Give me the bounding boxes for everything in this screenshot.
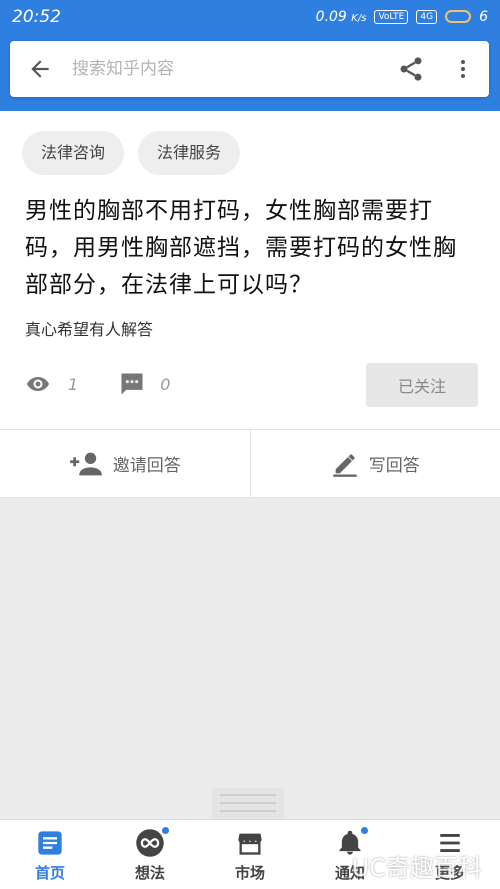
nav-market[interactable]: 市场: [200, 820, 300, 889]
bell-icon: [336, 829, 364, 857]
invite-answer-button[interactable]: 邀请回答: [0, 430, 250, 497]
write-answer-label: 写回答: [369, 451, 420, 476]
topic-tag[interactable]: 法律服务: [138, 131, 240, 175]
battery-icon: [445, 10, 471, 23]
share-button[interactable]: [385, 41, 437, 97]
invite-answer-label: 邀请回答: [113, 451, 181, 476]
share-icon: [397, 55, 425, 83]
volte-badge: VoLTE: [374, 10, 408, 24]
battery-level: 6: [479, 9, 488, 25]
nav-notifications[interactable]: 通知: [300, 820, 400, 889]
ideas-icon: [135, 828, 165, 858]
question-card: 法律咨询 法律服务 男性的胸部不用打码，女性胸部需要打码，用男性胸部遮挡，需要打…: [0, 111, 500, 429]
topic-tags: 法律咨询 法律服务: [22, 131, 240, 175]
follow-button[interactable]: 已关注: [366, 363, 478, 407]
more-options-button[interactable]: [437, 41, 489, 97]
status-indicators: 0.09 K/s VoLTE 4G 6: [316, 9, 488, 25]
nav-home[interactable]: 首页: [0, 820, 100, 889]
menu-icon: [436, 830, 464, 856]
bottom-navigation: 首页 想法 市场 通知: [0, 819, 500, 889]
loading-placeholder: [212, 788, 284, 820]
question-stats: 1 0: [22, 366, 210, 402]
market-icon: [235, 829, 265, 857]
write-answer-button[interactable]: 写回答: [250, 430, 500, 497]
comment-count: 0: [160, 375, 170, 394]
nav-label: 首页: [35, 862, 65, 883]
notification-badge: [361, 827, 368, 834]
topic-tag[interactable]: 法律咨询: [22, 131, 124, 175]
question-actions: 邀请回答 写回答: [0, 429, 500, 498]
search-input[interactable]: [70, 48, 385, 90]
search-bar: [10, 41, 489, 97]
net-speed: 0.09 K/s: [316, 9, 367, 25]
nav-more[interactable]: 更多: [400, 820, 500, 889]
eye-icon: [22, 372, 54, 396]
status-bar: 20:52 0.09 K/s VoLTE 4G 6: [0, 0, 500, 33]
view-count: 1: [68, 375, 78, 394]
question-title: 男性的胸部不用打码，女性胸部需要打码，用男性胸部遮挡，需要打码的女性胸部部分，在…: [25, 193, 480, 304]
add-person-icon: [69, 450, 103, 478]
app-bar: [0, 33, 500, 111]
nav-ideas[interactable]: 想法: [100, 820, 200, 889]
more-vertical-icon: [451, 57, 475, 81]
home-icon: [36, 829, 64, 857]
nav-label: 通知: [335, 862, 365, 883]
nav-label: 更多: [435, 862, 465, 883]
question-detail: 真心希望有人解答: [25, 316, 153, 340]
back-arrow-icon: [27, 56, 53, 82]
comment-icon[interactable]: [118, 370, 146, 398]
nav-label: 想法: [135, 862, 165, 883]
status-time: 20:52: [12, 7, 61, 27]
ideas-badge: [162, 827, 169, 834]
back-button[interactable]: [10, 41, 70, 97]
pencil-icon: [331, 450, 359, 478]
network-badge: 4G: [416, 10, 437, 24]
nav-label: 市场: [235, 862, 265, 883]
